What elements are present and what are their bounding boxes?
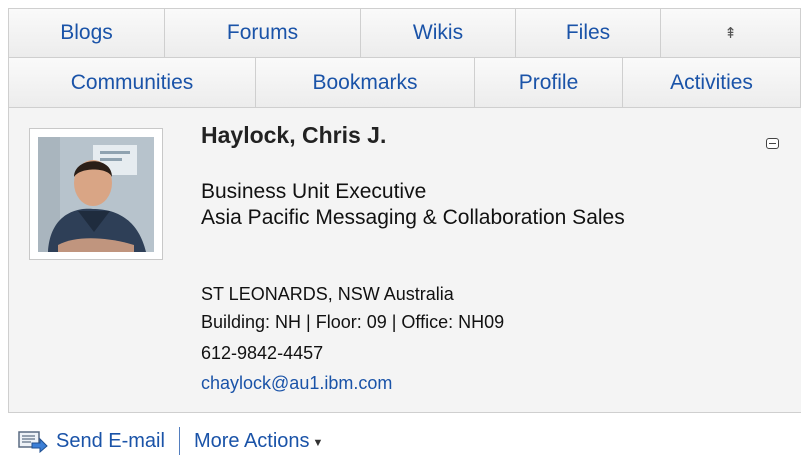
person-name: Haylock, Chris J. (201, 122, 387, 148)
office-details: Building: NH | Floor: 09 | Office: NH09 (201, 312, 505, 332)
location: ST LEONARDS, NSW Australia (201, 284, 454, 304)
department: Asia Pacific Messaging & Collaboration S… (201, 206, 625, 229)
more-actions-menu[interactable]: More Actions ▼ (194, 430, 324, 453)
profile-photo-frame (29, 128, 163, 260)
business-card: Blogs Forums Wikis Files ⇞ Communities B… (0, 0, 801, 469)
send-email-label: Send E-mail (56, 429, 165, 452)
tab-wikis[interactable]: Wikis (361, 9, 516, 58)
more-actions-label: More Actions (193, 429, 310, 452)
action-divider (178, 427, 180, 455)
job-title: Business Unit Executive (201, 180, 427, 203)
card-actions: Send E-mail More Actions ▼ (8, 412, 801, 469)
tabs-row-1: Blogs Forums Wikis Files ⇞ (8, 8, 801, 58)
tabs-row-2: Communities Bookmarks Profile Activities (8, 58, 801, 108)
tab-blogs[interactable]: Blogs (9, 9, 165, 58)
minimize-icon[interactable] (766, 138, 779, 149)
collapse-tabs-button[interactable]: ⇞ (661, 9, 801, 58)
caret-down-icon: ▼ (312, 436, 324, 449)
tab-bookmarks[interactable]: Bookmarks (256, 58, 475, 108)
tab-profile[interactable]: Profile (475, 58, 623, 108)
tab-forums[interactable]: Forums (165, 9, 361, 58)
mail-icon (18, 431, 48, 453)
profile-photo (38, 137, 154, 252)
tab-communities[interactable]: Communities (9, 58, 256, 108)
profile-details: Haylock, Chris J. Business Unit Executiv… (8, 108, 801, 412)
person-photo-graphic (38, 137, 154, 252)
send-email-button[interactable]: Send E-mail (18, 429, 165, 453)
tab-files[interactable]: Files (516, 9, 661, 58)
collapse-tabs-icon: ⇞ (724, 24, 737, 42)
tab-activities[interactable]: Activities (623, 58, 801, 108)
email-link[interactable]: chaylock@au1.ibm.com (201, 373, 392, 394)
phone-number: 612-9842-4457 (201, 343, 324, 363)
